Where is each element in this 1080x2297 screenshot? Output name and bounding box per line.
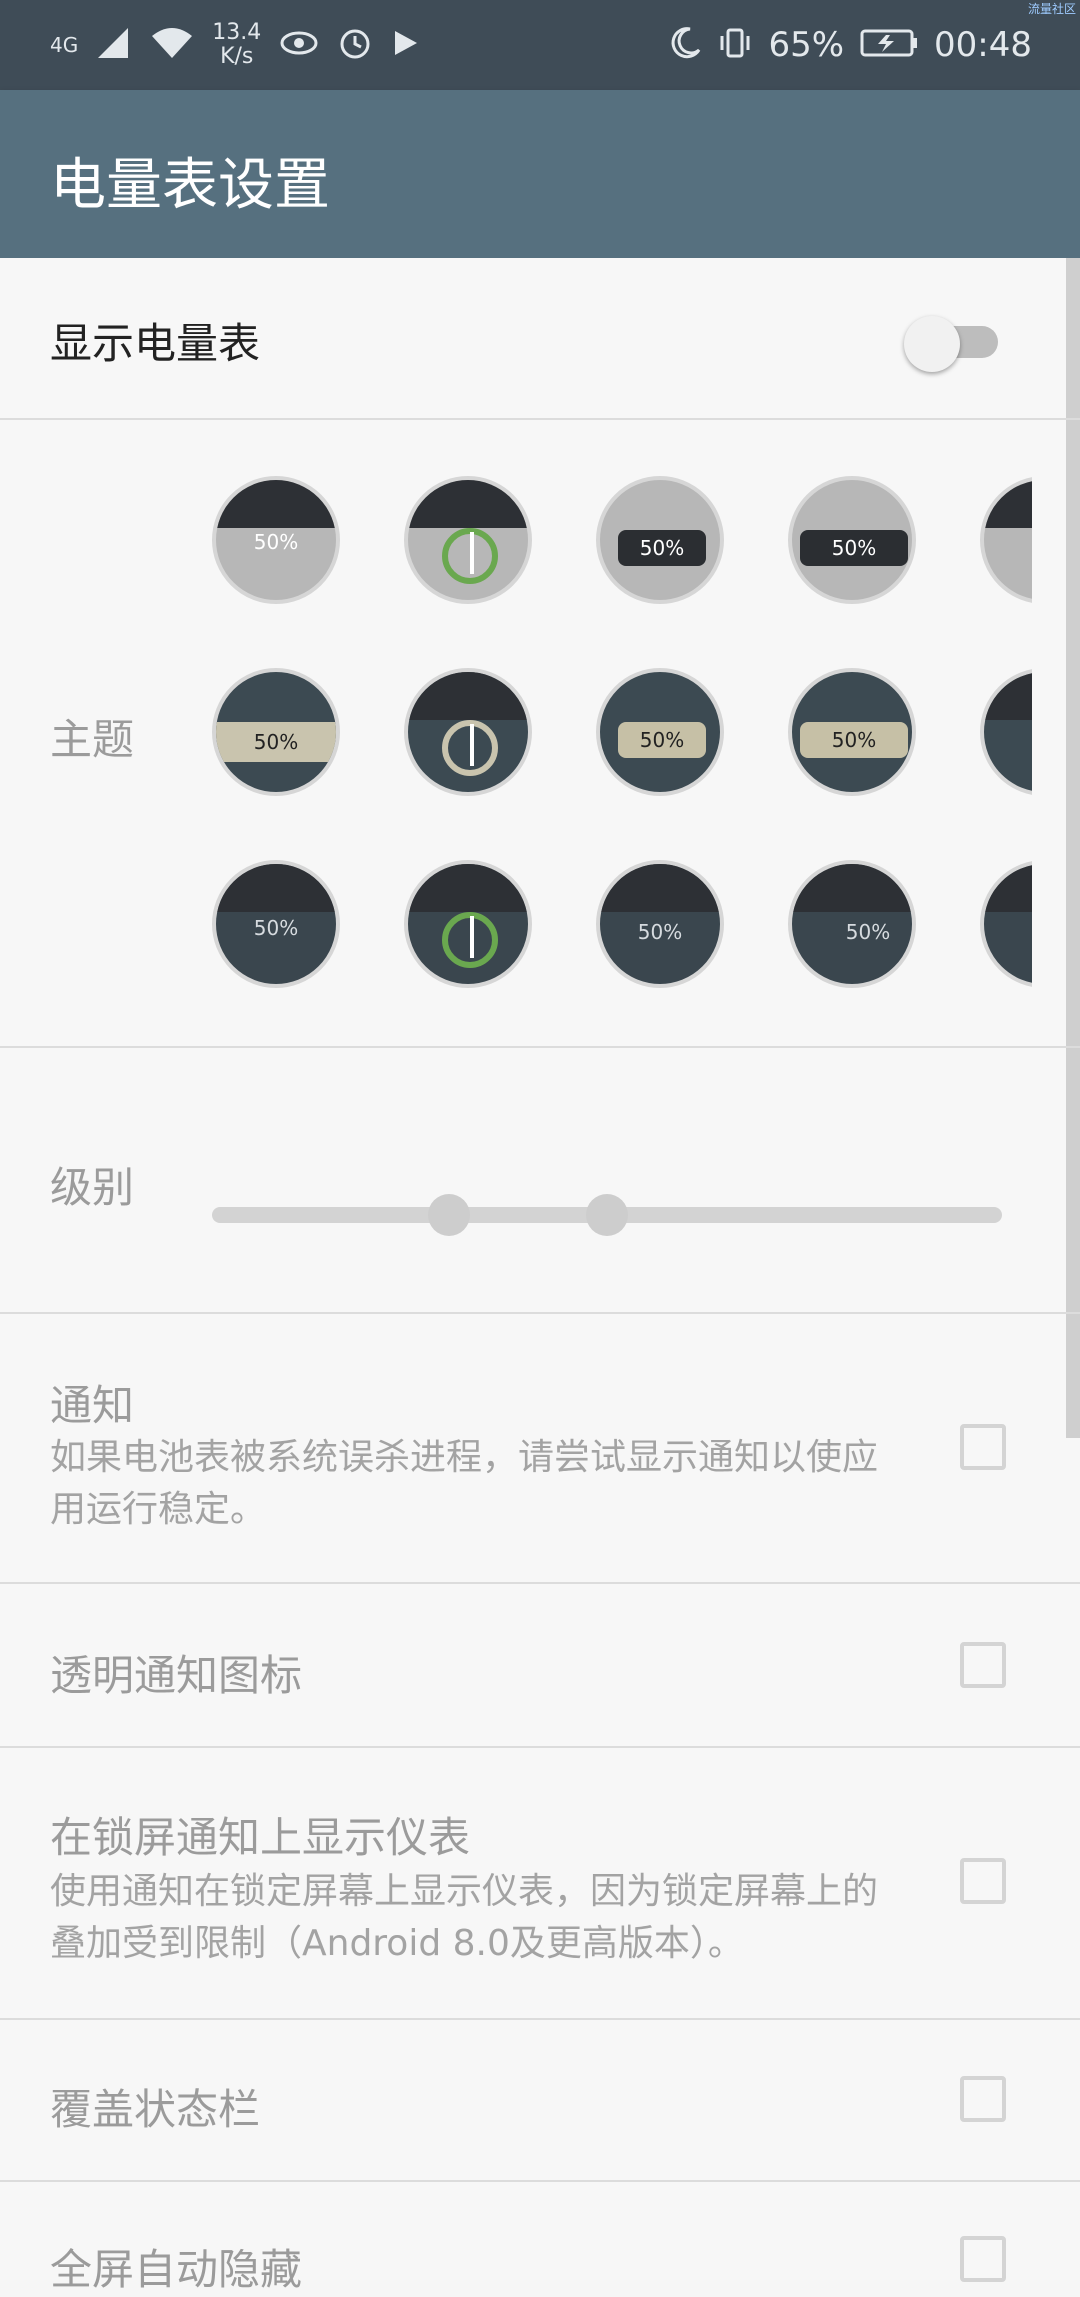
theme-option-label: 50% (618, 722, 706, 758)
theme-option-label: 50% (618, 530, 706, 566)
transparent-icon-title: 透明通知图标 (50, 1651, 303, 1700)
net-speed-value: 13.4 (212, 20, 262, 45)
theme-option-top (216, 480, 336, 528)
theme-option-top (408, 672, 528, 720)
show-meter-label: 显示电量表 (50, 319, 261, 368)
divider (0, 2180, 1080, 2182)
theme-option[interactable]: 50% (596, 860, 724, 988)
theme-option[interactable]: 50% (788, 476, 916, 604)
status-bar: 4G 13.4 K/s 65% 00:48 流量社区 (0, 0, 1080, 90)
fullscreen-autohide-checkbox[interactable] (960, 2236, 1006, 2282)
alarm-icon (337, 25, 373, 65)
switch-thumb (904, 316, 960, 372)
wifi-icon (150, 26, 194, 64)
battery-icon (860, 28, 918, 62)
theme-option[interactable]: 50% (788, 668, 916, 796)
fullscreen-autohide-title: 全屏自动隐藏 (50, 2245, 303, 2294)
divider (0, 1582, 1080, 1584)
theme-option-label: 50% (216, 722, 336, 762)
divider (0, 1312, 1080, 1314)
theme-option[interactable] (980, 476, 1032, 604)
theme-option-label: 50% (800, 530, 908, 566)
theme-option-top (408, 864, 528, 912)
theme-option-top (984, 480, 1032, 528)
needle-icon (470, 532, 474, 574)
theme-option-label: 50% (253, 530, 299, 554)
theme-grid: 50% 50% 50% 50% 50% 50% 50% 50% 50% (212, 476, 1032, 996)
show-meter-switch[interactable] (904, 316, 1000, 372)
level-slider-thumb-low[interactable] (428, 1194, 470, 1236)
theme-option[interactable] (980, 860, 1032, 988)
theme-option-top (216, 864, 336, 912)
theme-option-top (984, 864, 1032, 912)
play-icon (391, 28, 419, 62)
moon-icon (668, 26, 702, 64)
theme-option[interactable] (980, 668, 1032, 796)
notification-title: 通知 (50, 1381, 135, 1430)
battery-percent: 65% (768, 25, 845, 65)
theme-option[interactable]: 50% (788, 860, 916, 988)
status-left-icons: 4G 13.4 K/s (50, 20, 419, 70)
eye-icon (279, 28, 319, 62)
lockscreen-meter-checkbox[interactable] (960, 1858, 1006, 1904)
needle-icon (470, 724, 474, 766)
theme-option-label: 50% (845, 920, 891, 944)
overlay-statusbar-title: 覆盖状态栏 (50, 2085, 261, 2134)
level-slider-thumb-high[interactable] (586, 1194, 628, 1236)
divider (0, 418, 1080, 420)
theme-option-top (600, 864, 720, 912)
corner-tag: 流量社区 (1027, 2, 1076, 16)
theme-option-label: 50% (253, 916, 299, 940)
net-speed: 13.4 K/s (212, 21, 261, 69)
divider (0, 2018, 1080, 2020)
theme-option-label: 50% (637, 920, 683, 944)
theme-option[interactable]: 50% (212, 476, 340, 604)
overlay-statusbar-checkbox[interactable] (960, 2076, 1006, 2122)
divider (0, 1046, 1080, 1048)
clock: 00:48 (934, 25, 1032, 65)
scrollbar[interactable] (1066, 258, 1080, 1438)
vibrate-icon (718, 26, 752, 64)
net-speed-unit: K/s (220, 44, 254, 69)
theme-label: 主题 (50, 715, 135, 764)
divider (0, 1746, 1080, 1748)
network-type: 4G (50, 33, 79, 57)
theme-option[interactable]: 50% (596, 476, 724, 604)
transparent-icon-checkbox[interactable] (960, 1642, 1006, 1688)
theme-option-top (984, 672, 1032, 720)
theme-option[interactable] (404, 476, 532, 604)
notification-subtitle: 如果电池表被系统误杀进程，请尝试显示通知以使应用运行稳定。 (50, 1437, 879, 1530)
needle-icon (470, 916, 474, 958)
theme-option-top (408, 480, 528, 528)
theme-option[interactable]: 50% (212, 668, 340, 796)
signal-icon (96, 26, 132, 64)
theme-option[interactable]: 50% (596, 668, 724, 796)
notification-checkbox[interactable] (960, 1424, 1006, 1470)
theme-option[interactable] (404, 860, 532, 988)
lockscreen-meter-subtitle: 使用通知在锁定屏幕上显示仪表，因为锁定屏幕上的叠加受到限制（Android 8.… (50, 1871, 879, 1964)
status-right-icons: 65% 00:48 (668, 20, 1032, 70)
theme-option-label: 50% (800, 722, 908, 758)
theme-option-top (792, 864, 912, 912)
lockscreen-meter-title: 在锁屏通知上显示仪表 (50, 1813, 471, 1862)
theme-option[interactable] (404, 668, 532, 796)
theme-option[interactable]: 50% (212, 860, 340, 988)
level-label: 级别 (50, 1163, 135, 1212)
app-bar: 电量表设置 (0, 90, 1080, 258)
page-title: 电量表设置 (50, 153, 330, 218)
